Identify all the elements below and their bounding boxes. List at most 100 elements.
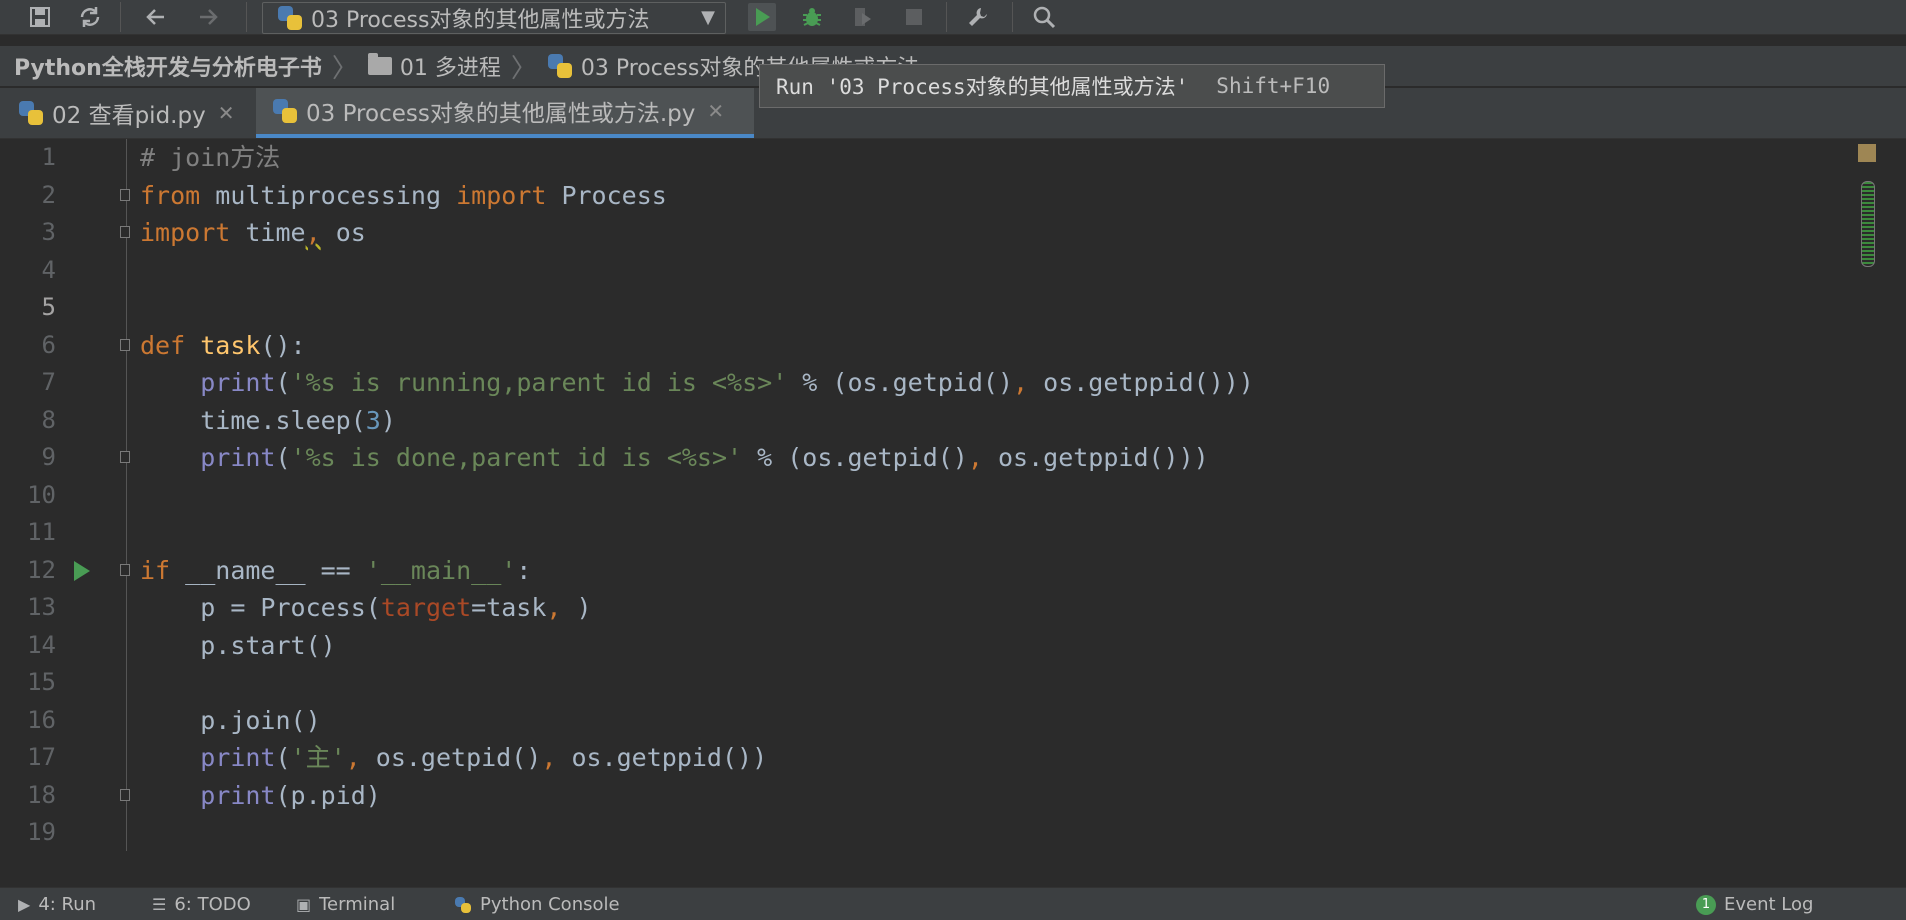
code-text: # join方法 <box>140 143 281 172</box>
code-line: 17 print('主', os.getpid(), os.getppid()) <box>0 739 1880 777</box>
code-line: 6 def task(): <box>0 327 1880 365</box>
code-text: from multiprocessing import Process <box>140 180 667 210</box>
code-text: if __name__ == '__main__': <box>140 555 532 585</box>
code-line: 1 # join方法 <box>0 139 1880 177</box>
inspection-marker-icon[interactable] <box>1858 144 1876 162</box>
code-text: import time, os <box>140 218 366 247</box>
fold-marker-icon[interactable] <box>120 338 130 351</box>
line-number: 11 <box>27 518 56 546</box>
python-file-icon <box>272 98 298 124</box>
line-number: 2 <box>41 180 56 209</box>
code-editor[interactable]: 1 # join方法 2 from multiprocessing import… <box>0 139 1880 887</box>
main-toolbar: 03 Process对象的其他属性或方法 ▼ <box>0 0 1906 35</box>
line-number: 19 <box>27 818 56 846</box>
run-configuration-label: 03 Process对象的其他属性或方法 <box>311 8 650 33</box>
terminal-tool-button[interactable]: ▣ Terminal <box>296 894 395 915</box>
line-number: 6 <box>41 330 56 359</box>
python-file-icon <box>18 100 44 126</box>
breadcrumb-separator: 〉 <box>510 53 537 84</box>
terminal-tool-label: Terminal <box>319 894 396 915</box>
line-number: 7 <box>41 368 56 396</box>
tab-03-process[interactable]: 03 Process对象的其他属性或方法.py ✕ <box>256 88 754 138</box>
wrench-icon[interactable] <box>964 3 992 31</box>
line-number: 8 <box>41 405 56 434</box>
fold-marker-icon[interactable] <box>120 226 130 238</box>
line-number: 14 <box>27 630 56 659</box>
todo-tool-label: 6: TODO <box>174 894 251 915</box>
code-line: 11 <box>0 514 1880 552</box>
python-console-button[interactable]: Python Console <box>454 894 620 915</box>
fold-marker-icon[interactable] <box>120 188 130 201</box>
run-icon[interactable] <box>748 3 776 31</box>
breadcrumb-separator: 〉 <box>331 53 358 84</box>
fold-marker-icon[interactable] <box>120 788 130 801</box>
line-number: 9 <box>41 443 56 471</box>
line-number: 12 <box>27 555 56 584</box>
line-number: 16 <box>27 705 56 734</box>
event-log-label: Event Log <box>1724 894 1814 915</box>
debug-icon[interactable] <box>798 3 826 31</box>
event-log-button[interactable]: 1 Event Log <box>1696 894 1813 915</box>
fold-marker-icon[interactable] <box>120 563 130 576</box>
python-file-icon <box>547 53 573 79</box>
toolbar-separator <box>946 2 947 32</box>
toolbar-separator <box>1012 2 1013 32</box>
run-gutter-icon[interactable] <box>74 560 90 581</box>
line-number: 1 <box>41 143 56 171</box>
search-icon[interactable] <box>1030 3 1058 31</box>
code-text: print('主', os.getpid(), os.getppid()) <box>200 743 768 772</box>
fold-marker-icon[interactable] <box>120 451 130 463</box>
run-tool-button[interactable]: ▶ 4: Run <box>18 894 96 915</box>
back-icon[interactable] <box>142 3 170 31</box>
code-text: time.sleep(3) <box>200 405 396 435</box>
line-number: 3 <box>41 218 56 246</box>
folder-icon <box>367 53 392 75</box>
tab-02-pid[interactable]: 02 查看pid.py ✕ <box>0 88 254 138</box>
code-text: p.join() <box>200 705 321 735</box>
code-text: print('%s is running,parent id is <%s>' … <box>200 368 1254 397</box>
toolbar-separator <box>246 2 247 32</box>
code-line: 9 print('%s is done,parent id is <%s>' %… <box>0 439 1880 477</box>
code-line: 13 p = Process(target=task, ) <box>0 589 1880 627</box>
stop-icon[interactable] <box>900 3 928 31</box>
line-number: 13 <box>27 593 56 621</box>
line-number: 17 <box>27 743 56 771</box>
run-configuration-selector[interactable]: 03 Process对象的其他属性或方法 ▼ <box>262 2 726 34</box>
coverage-icon[interactable] <box>848 3 876 31</box>
code-line: 14 p.start() <box>0 627 1880 665</box>
code-text: def task(): <box>140 330 306 360</box>
line-number: 5 <box>41 293 56 321</box>
code-line: 18 print(p.pid) <box>0 777 1880 815</box>
forward-icon[interactable] <box>194 3 222 31</box>
chevron-down-icon: ▼ <box>701 7 715 28</box>
code-line: 16 p.join() <box>0 702 1880 740</box>
save-icon[interactable] <box>26 3 54 31</box>
line-number: 15 <box>27 668 56 696</box>
toolbar-separator <box>120 2 121 32</box>
tab-label: 03 Process对象的其他属性或方法.py <box>306 101 696 127</box>
code-text: print('%s is done,parent id is <%s>' % (… <box>200 443 1209 472</box>
run-tooltip: Run '03 Process对象的其他属性或方法' Shift+F10 <box>759 64 1385 108</box>
code-line: 8 time.sleep(3) <box>0 402 1880 440</box>
breadcrumb-folder[interactable]: 01 多进程 <box>400 50 501 82</box>
line-number: 18 <box>27 780 56 809</box>
code-line: 15 <box>0 664 1880 702</box>
code-line: 12 if __name__ == '__main__': <box>0 552 1880 590</box>
code-line: 2 from multiprocessing import Process <box>0 177 1880 215</box>
code-line: 7 print('%s is running,parent id is <%s>… <box>0 364 1880 402</box>
line-number: 4 <box>41 255 56 284</box>
breadcrumb-project[interactable]: Python全栈开发与分析电子书 <box>14 50 322 82</box>
code-line: 10 <box>0 477 1880 515</box>
terminal-icon: ▣ <box>296 895 312 914</box>
editor-scrollbar[interactable] <box>1858 178 1878 288</box>
sync-icon[interactable] <box>76 3 104 31</box>
code-line: 4 <box>0 252 1880 290</box>
tooltip-shortcut: Shift+F10 <box>1216 74 1331 98</box>
todo-tool-button[interactable]: ☰ 6: TODO <box>152 894 251 915</box>
scrollbar-thumb[interactable] <box>1861 181 1875 267</box>
python-console-icon <box>454 896 472 914</box>
event-count-badge: 1 <box>1696 894 1716 915</box>
close-icon[interactable]: ✕ <box>218 101 235 125</box>
close-icon[interactable]: ✕ <box>707 99 724 123</box>
code-text: p.start() <box>200 630 336 660</box>
